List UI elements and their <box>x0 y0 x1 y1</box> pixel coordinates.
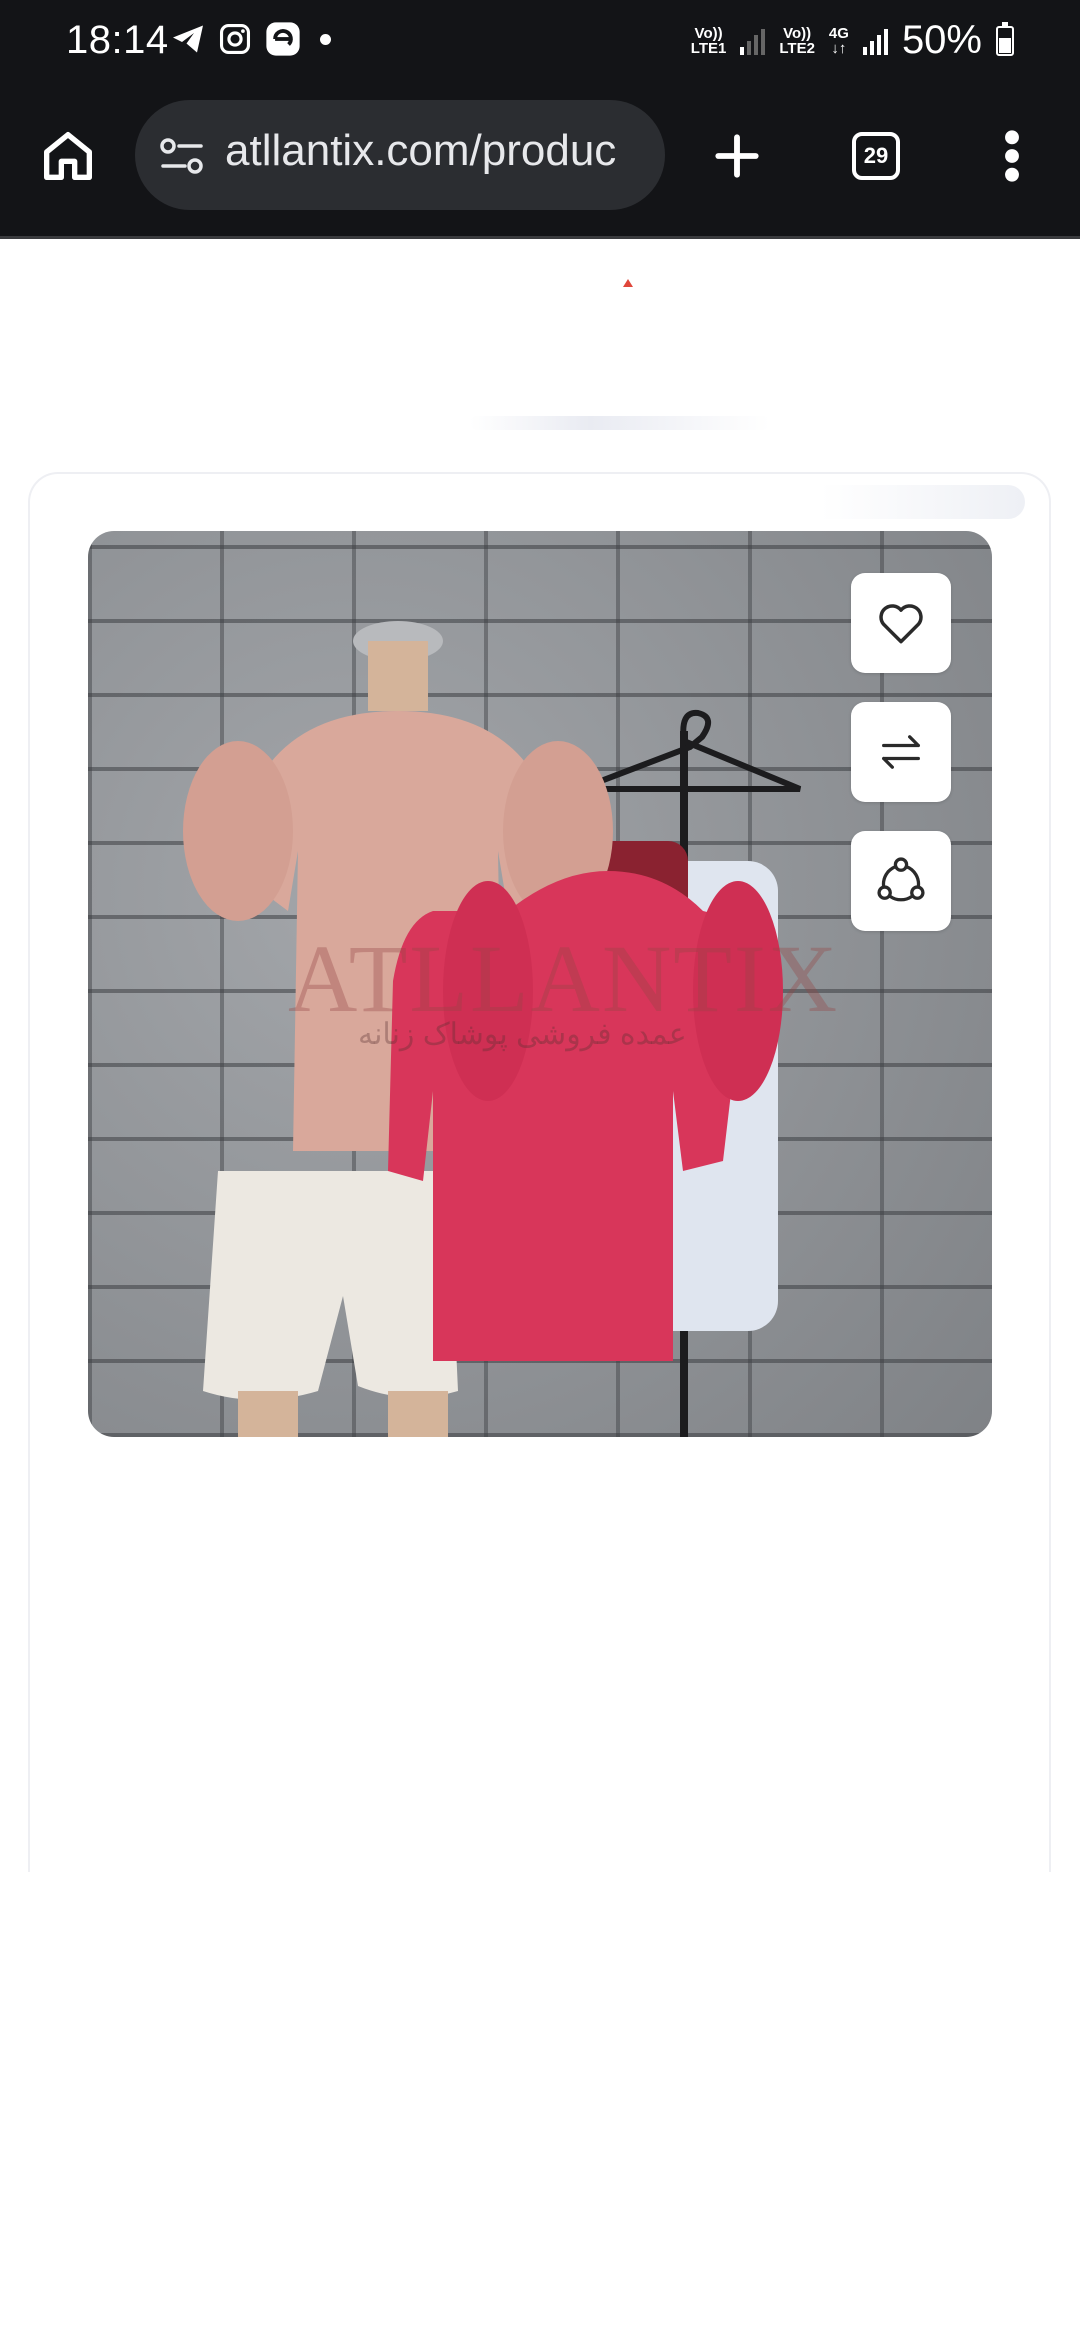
notification-icons <box>170 20 331 58</box>
url-text[interactable]: atllantix.com/produc <box>225 126 616 176</box>
more-notifications-icon <box>320 33 331 45</box>
signal-sim1-icon <box>740 27 766 55</box>
home-icon[interactable] <box>36 124 100 188</box>
loading-logo-fragment <box>623 279 633 287</box>
heart-icon <box>879 604 923 644</box>
watermark-subtitle: عمده فروشی پوشاک زنانه <box>358 1018 687 1051</box>
share-button[interactable] <box>851 831 951 931</box>
app-e-icon <box>266 22 300 56</box>
site-settings-icon[interactable] <box>159 136 205 176</box>
network-type: 4G ↓↑ <box>828 24 849 57</box>
compare-button[interactable] <box>851 702 951 802</box>
clock: 18:14 <box>66 18 169 62</box>
system-indicators: Vo)) LTE1 Vo)) LTE2 4G ↓↑ 50% <box>691 18 1014 63</box>
telegram-icon <box>173 25 203 53</box>
tab-switcher-button[interactable]: 29 <box>852 132 900 180</box>
instagram-icon <box>219 23 251 55</box>
loading-placeholder <box>470 416 770 430</box>
battery-icon <box>996 21 1014 56</box>
signal-sim2-icon <box>862 27 888 55</box>
address-bar[interactable]: atllantix.com/produc <box>135 100 665 210</box>
wishlist-button[interactable] <box>851 573 951 673</box>
swap-arrows-icon <box>882 735 920 769</box>
share-icon <box>877 857 925 902</box>
status-bar: 18:14 Vo)) LTE1 Vo)) LTE2 4G ↓↑ 50% <box>0 0 1080 84</box>
sim1-label: Vo)) LTE1 <box>690 24 727 57</box>
new-tab-icon[interactable] <box>705 124 769 188</box>
browser-toolbar: atllantix.com/produc 29 <box>0 84 1080 239</box>
more-menu-icon[interactable] <box>996 124 1028 188</box>
sim2-label: Vo)) LTE2 <box>779 24 815 57</box>
battery-percent: 50% <box>901 18 982 62</box>
